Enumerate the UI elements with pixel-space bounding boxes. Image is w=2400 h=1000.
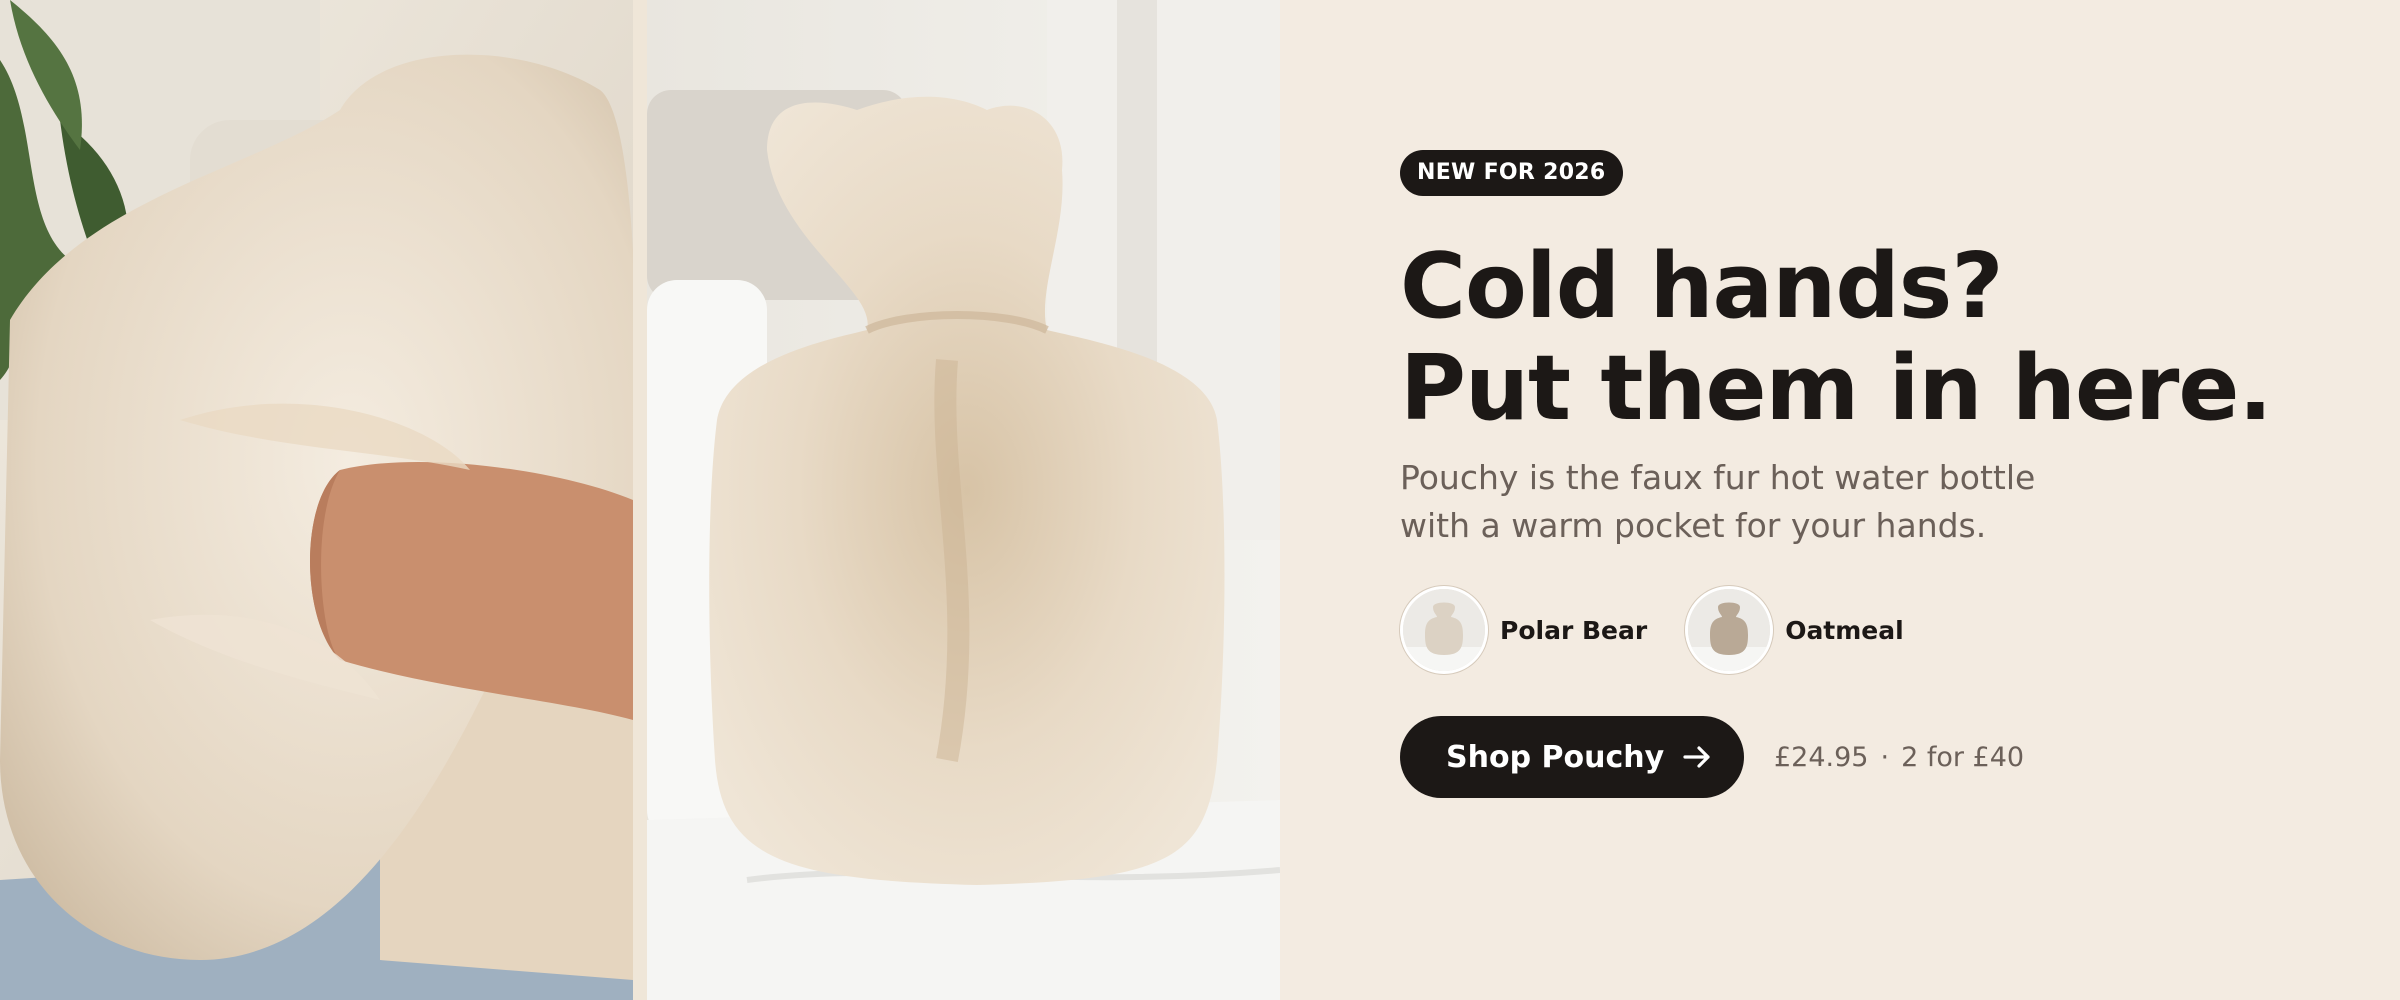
variant-swatch-polar-bear xyxy=(1400,586,1488,674)
photo-divider xyxy=(633,0,647,1000)
shop-button-label: Shop Pouchy xyxy=(1446,739,1665,775)
headline-line-1: Cold hands? xyxy=(1400,234,2004,339)
shop-pouchy-button[interactable]: Shop Pouchy xyxy=(1400,716,1744,798)
headline-line-2: Put them in here. xyxy=(1400,336,2273,441)
product-photo-pouchy-on-bed xyxy=(647,0,1280,1000)
cta-row: Shop Pouchy £24.95 · 2 for £40 xyxy=(1400,716,2300,798)
variant-selector: Polar Bear Oatmeal xyxy=(1400,586,2300,674)
variant-polar-bear[interactable]: Polar Bear xyxy=(1400,586,1647,674)
variant-label-oatmeal: Oatmeal xyxy=(1785,615,1904,645)
variant-swatch-oatmeal xyxy=(1685,586,1774,674)
variant-label-polar-bear: Polar Bear xyxy=(1500,615,1648,645)
lifestyle-photo-hands-in-pouch xyxy=(0,0,633,1000)
hero-content: NEW FOR 2026 Cold hands? Put them in her… xyxy=(1400,150,2300,798)
price: £24.95 xyxy=(1774,741,1869,773)
arrow-right-icon xyxy=(1682,742,1712,772)
bundle-offer: 2 for £40 xyxy=(1901,741,2025,773)
variant-oatmeal[interactable]: Oatmeal xyxy=(1685,586,1904,674)
hero-banner: NEW FOR 2026 Cold hands? Put them in her… xyxy=(0,0,2400,1000)
subtitle: Pouchy is the faux fur hot water bottle … xyxy=(1400,458,2036,545)
price-info: £24.95 · 2 for £40 xyxy=(1774,742,2024,773)
price-separator: · xyxy=(1880,741,1890,773)
headline: Cold hands? Put them in here. xyxy=(1400,236,2300,440)
new-badge: NEW FOR 2026 xyxy=(1400,150,1623,196)
